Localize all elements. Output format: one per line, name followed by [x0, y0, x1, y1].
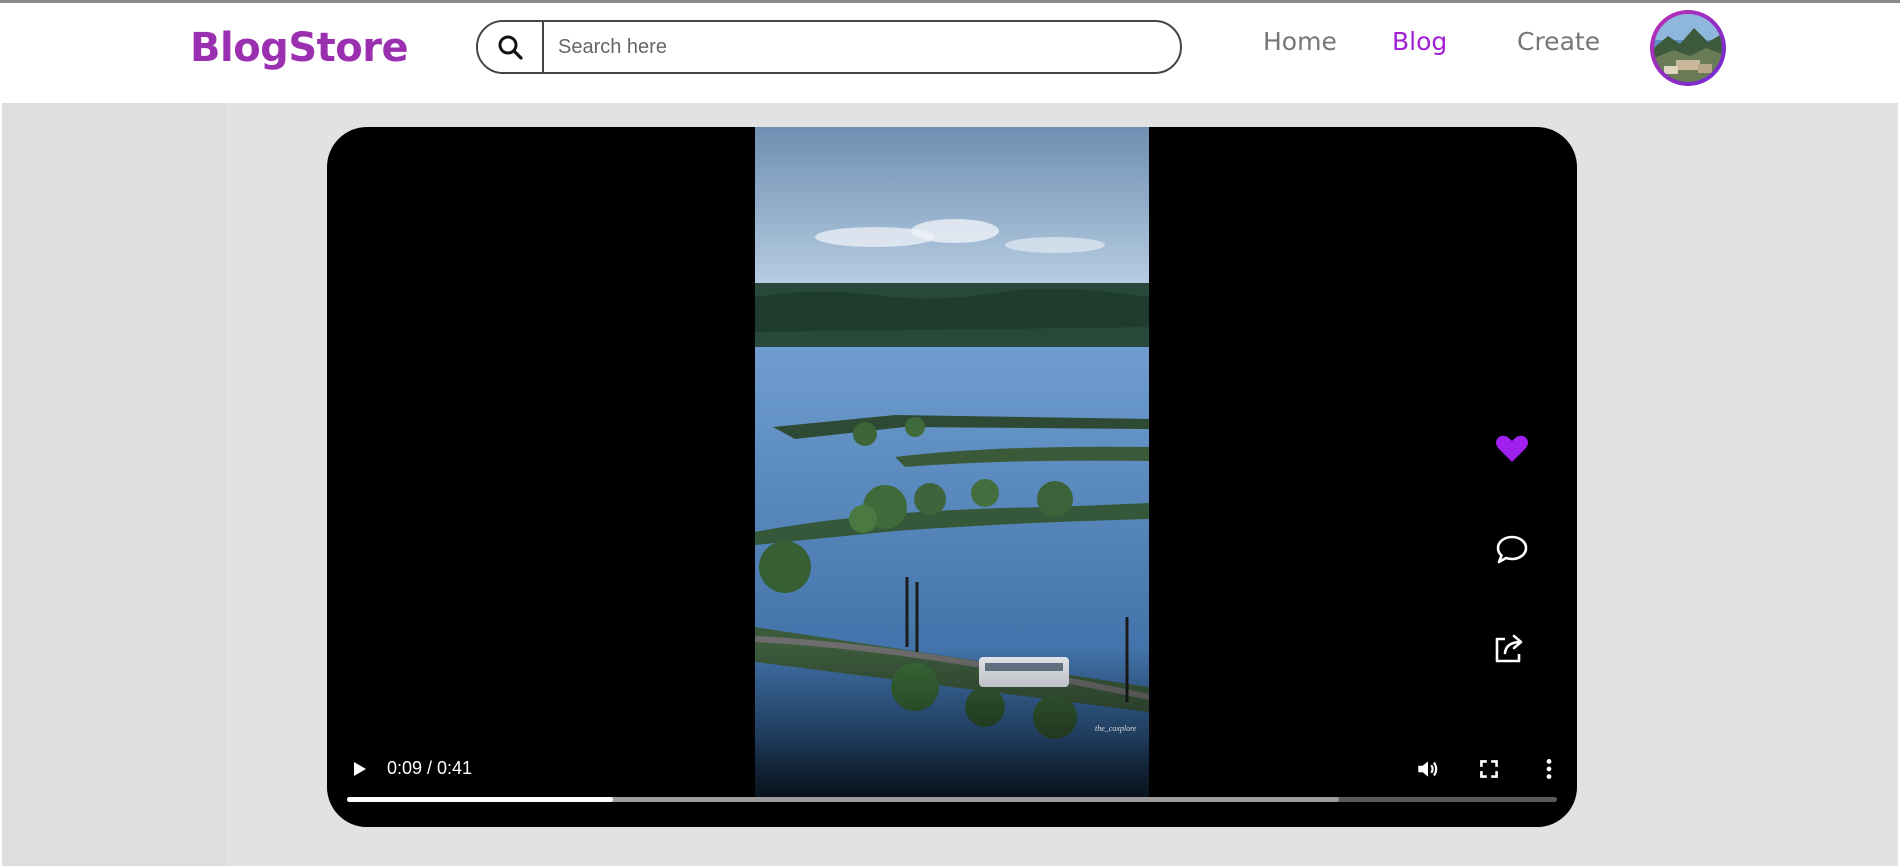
search-bar [476, 20, 1182, 74]
comment-icon [1496, 535, 1528, 564]
like-button[interactable] [1492, 429, 1532, 469]
search-input[interactable] [544, 22, 1180, 72]
heart-icon [1496, 435, 1528, 462]
nav-link-home[interactable]: Home [1263, 27, 1337, 56]
avatar-image [1654, 14, 1722, 82]
nav-link-create[interactable]: Create [1517, 27, 1600, 56]
brand-logo[interactable]: BlogStore [190, 25, 409, 71]
video-time: 0:09 / 0:41 [387, 758, 473, 778]
progress-played [347, 797, 614, 802]
share-icon [1495, 634, 1523, 663]
share-button[interactable] [1489, 628, 1529, 668]
volume-icon[interactable] [1415, 756, 1441, 782]
navbar: BlogStore Home Blog Create [0, 3, 1900, 103]
video-watermark: the_coxplore [1095, 724, 1137, 733]
video-progress-bar[interactable] [347, 797, 1557, 802]
video-player[interactable]: the_coxplore 0:09 / 0:41 [327, 127, 1577, 827]
comment-button[interactable] [1492, 529, 1532, 569]
search-button[interactable] [478, 22, 544, 72]
nav-link-blog[interactable]: Blog [1392, 27, 1447, 56]
play-icon[interactable] [347, 757, 371, 781]
fullscreen-icon[interactable] [1476, 756, 1502, 782]
search-icon [498, 35, 523, 60]
video-frame[interactable]: the_coxplore [755, 127, 1149, 797]
avatar[interactable] [1650, 10, 1726, 86]
more-options-icon[interactable] [1536, 756, 1562, 782]
